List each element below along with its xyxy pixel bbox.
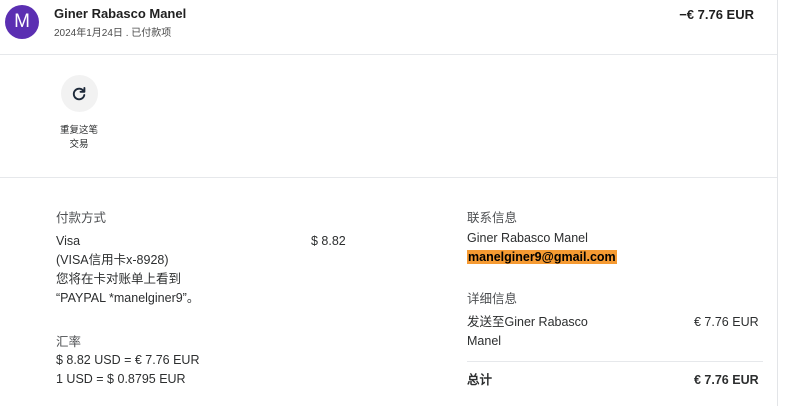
avatar: M — [5, 5, 39, 39]
total-amount: € 7.76 EUR — [694, 373, 759, 387]
sent-amount: € 7.76 EUR — [694, 315, 759, 329]
contact-email-row: manelginer9@gmail.com — [467, 248, 617, 267]
total-divider — [467, 361, 763, 362]
payment-method-name: Visa — [56, 234, 81, 248]
payment-method-title: 付款方式 — [56, 211, 107, 225]
section-divider — [0, 177, 777, 178]
statement-descriptor: “PAYPAL *manelginer9”。 — [56, 291, 200, 305]
statement-note: 您将在卡对账单上看到 — [56, 272, 182, 286]
payee-name: Giner Rabasco Manel — [54, 6, 187, 21]
transaction-date-status: 2024年1月24日 . 已付款项 — [54, 28, 172, 39]
transaction-details-panel: M Giner Rabasco Manel 2024年1月24日 . 已付款项 … — [0, 0, 778, 406]
exchange-rate-unit: 1 USD = $ 0.8795 EUR — [56, 372, 186, 386]
payment-method-amount: $ 8.82 — [311, 234, 346, 248]
exchange-rate-conversion: $ 8.82 USD = € 7.76 EUR — [56, 353, 200, 367]
repeat-transaction-action[interactable]: 重复这笔 交易 — [48, 75, 110, 152]
total-label: 总计 — [467, 373, 493, 387]
repeat-transaction-button[interactable] — [60, 75, 98, 112]
refresh-icon — [72, 86, 86, 100]
contact-name: Giner Rabasco Manel — [467, 231, 588, 245]
repeat-transaction-label[interactable]: 重复这笔 交易 — [54, 124, 104, 152]
details-title: 详细信息 — [467, 292, 518, 306]
transaction-amount: −€ 7.76 EUR — [679, 7, 754, 22]
exchange-rate-title: 汇率 — [56, 335, 82, 349]
sent-to-label: 发送至Giner Rabasco — [467, 315, 588, 329]
card-info: (VISA信用卡x-8928) — [56, 253, 169, 267]
contact-info-title: 联系信息 — [467, 211, 518, 225]
sent-to-name: Manel — [467, 334, 502, 348]
contact-email[interactable]: manelginer9@gmail.com — [467, 250, 617, 264]
transaction-header[interactable]: M Giner Rabasco Manel 2024年1月24日 . 已付款项 … — [0, 0, 777, 55]
